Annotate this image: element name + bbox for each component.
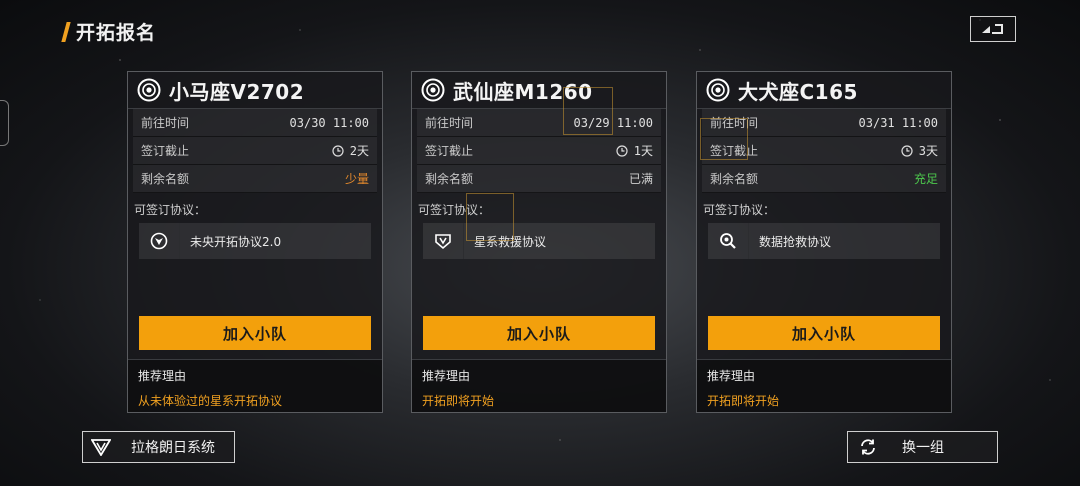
lagrange-logo-icon — [91, 439, 111, 456]
quota-value: 已满 — [628, 172, 653, 186]
depart-time-row: 前往时间 03/31 11:00 — [702, 109, 946, 137]
protocol-section-label: 可签订协议： — [703, 203, 776, 217]
row-label: 前往时间 — [710, 116, 759, 130]
deadline-row: 签订截止 3天 — [702, 137, 946, 165]
shield-emblem-icon — [150, 232, 168, 250]
row-label: 签订截止 — [425, 144, 474, 158]
reason-label: 推荐理由 — [707, 369, 756, 383]
deadline-text: 2天 — [349, 144, 369, 158]
planet-orbit-icon — [137, 78, 161, 102]
header-accent-bar — [61, 21, 71, 42]
row-value: 03/29 11:00 — [573, 115, 653, 130]
system-label: 拉格朗日系统 — [131, 440, 215, 456]
page-title: 开拓报名 — [76, 22, 157, 44]
protocol-section-label: 可签订协议： — [134, 203, 207, 217]
deadline-text: 1天 — [633, 144, 653, 158]
page-header: 开拓报名 — [61, 18, 157, 45]
deadline-row: 签订截止 1天 — [417, 137, 661, 165]
planet-card: 小马座V2702 前往时间 03/30 11:00 签订截止 2天 剩余名额 少… — [127, 71, 383, 413]
deadline-value: 3天 — [901, 142, 938, 159]
reason-text: 开拓即将开始 — [422, 394, 495, 408]
protocol-section-label: 可签订协议： — [418, 203, 491, 217]
card-header: 小马座V2702 — [128, 72, 382, 109]
join-team-button[interactable]: 加入小队 — [139, 316, 371, 350]
refresh-icon — [861, 439, 875, 455]
row-label: 签订截止 — [141, 144, 190, 158]
quota-value: 少量 — [344, 172, 369, 186]
clock-icon — [332, 144, 344, 157]
planet-name: 小马座V2702 — [169, 79, 305, 104]
join-team-button[interactable]: 加入小队 — [708, 316, 940, 350]
row-value: 03/31 11:00 — [858, 115, 938, 130]
planet-name: 大犬座C165 — [738, 79, 858, 104]
card-header: 武仙座M1260 — [412, 72, 666, 109]
depart-time-row: 前往时间 03/30 11:00 — [133, 109, 377, 137]
reason-text: 开拓即将开始 — [707, 394, 780, 408]
reason-text: 从未体验过的星系开拓协议 — [138, 394, 283, 408]
back-arrow-icon — [982, 24, 1003, 34]
protocol-item[interactable]: 星系救援协议 — [423, 223, 655, 259]
quota-row: 剩余名额 少量 — [133, 165, 377, 193]
rescue-shield-icon — [435, 234, 451, 250]
planet-card: 武仙座M1260 前往时间 03/29 11:00 签订截止 1天 剩余名额 已… — [411, 71, 667, 413]
row-label: 前往时间 — [141, 116, 190, 130]
quota-value: 充足 — [913, 172, 938, 186]
recommend-reason: 推荐理由 开拓即将开始 — [697, 359, 951, 412]
clock-icon — [901, 144, 913, 157]
join-team-button[interactable]: 加入小队 — [423, 316, 655, 350]
row-label: 剩余名额 — [141, 172, 190, 186]
deadline-row: 签订截止 2天 — [133, 137, 377, 165]
planet-orbit-icon — [706, 78, 730, 102]
depart-time-row: 前往时间 03/29 11:00 — [417, 109, 661, 137]
reason-label: 推荐理由 — [422, 369, 471, 383]
protocol-name: 数据抢救协议 — [759, 234, 832, 249]
planet-name: 武仙座M1260 — [453, 79, 593, 104]
side-drawer-handle[interactable] — [0, 100, 9, 146]
refresh-group-button[interactable]: 换一组 — [847, 431, 998, 463]
back-button[interactable] — [970, 16, 1016, 42]
planet-orbit-icon — [421, 78, 445, 102]
magnifier-icon — [720, 233, 736, 249]
reason-label: 推荐理由 — [138, 369, 187, 383]
deadline-text: 3天 — [918, 144, 938, 158]
protocol-name: 未央开拓协议2.0 — [190, 234, 282, 249]
clock-icon — [616, 144, 628, 157]
quota-row: 剩余名额 已满 — [417, 165, 661, 193]
deadline-value: 1天 — [616, 142, 653, 159]
refresh-label: 换一组 — [902, 440, 944, 456]
row-label: 前往时间 — [425, 116, 474, 130]
lagrange-system-button[interactable]: 拉格朗日系统 — [82, 431, 235, 463]
protocol-item[interactable]: 未央开拓协议2.0 — [139, 223, 371, 259]
recommend-reason: 推荐理由 开拓即将开始 — [412, 359, 666, 412]
card-header: 大犬座C165 — [697, 72, 951, 109]
protocol-item[interactable]: 数据抢救协议 — [708, 223, 940, 259]
row-value: 03/30 11:00 — [289, 115, 369, 130]
protocol-name: 星系救援协议 — [474, 234, 547, 249]
row-label: 剩余名额 — [425, 172, 474, 186]
row-label: 签订截止 — [710, 144, 759, 158]
planet-card: 大犬座C165 前往时间 03/31 11:00 签订截止 3天 剩余名额 充足… — [696, 71, 952, 413]
quota-row: 剩余名额 充足 — [702, 165, 946, 193]
row-label: 剩余名额 — [710, 172, 759, 186]
recommend-reason: 推荐理由 从未体验过的星系开拓协议 — [128, 359, 382, 412]
deadline-value: 2天 — [332, 142, 369, 159]
